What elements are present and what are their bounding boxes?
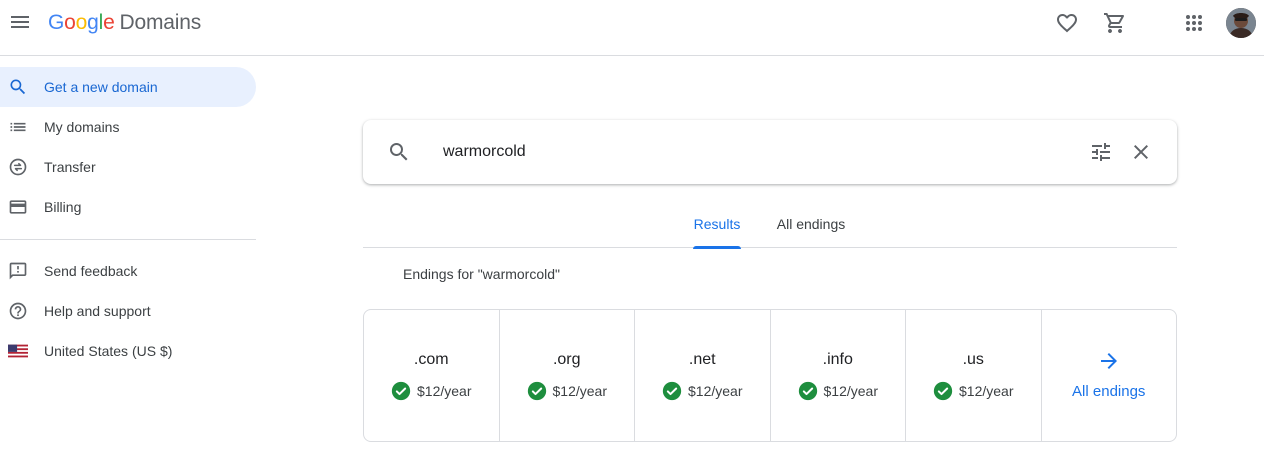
sidebar-item-label: Send feedback: [44, 263, 138, 279]
tune-filter-icon[interactable]: [1089, 140, 1113, 164]
all-endings-card[interactable]: All endings: [1042, 310, 1177, 441]
sidebar-item-country-currency[interactable]: United States (US $): [0, 331, 256, 371]
ending-card-net[interactable]: .net $12/year: [635, 310, 771, 441]
available-check-icon: [391, 381, 411, 401]
sidebar-item-send-feedback[interactable]: Send feedback: [0, 251, 256, 291]
domain-search-box: [363, 120, 1177, 184]
sidebar-item-label: United States (US $): [44, 343, 173, 359]
logo-letter: G: [48, 11, 65, 34]
logo-letter: g: [87, 11, 99, 34]
feedback-icon: [8, 261, 28, 281]
apps-icon[interactable]: [1182, 11, 1206, 35]
sidebar-item-label: Help and support: [44, 303, 151, 319]
ending-price: $12/year: [417, 383, 472, 399]
google-domains-logo[interactable]: Google Domains: [48, 11, 201, 35]
sidebar-item-transfer[interactable]: Transfer: [0, 147, 256, 187]
logo-letter: o: [64, 11, 76, 34]
transfer-icon: [8, 157, 28, 177]
ending-tld: .org: [552, 351, 581, 368]
account-avatar[interactable]: [1226, 8, 1256, 38]
menu-icon[interactable]: [8, 10, 32, 34]
ending-tld: .net: [688, 351, 716, 368]
ending-price: $12/year: [552, 383, 607, 399]
sidebar-item-label: Get a new domain: [44, 79, 158, 95]
ending-tld: .info: [822, 351, 853, 368]
favorite-icon[interactable]: [1055, 11, 1079, 35]
help-icon: [8, 301, 28, 321]
results-tabs: Results All endings: [363, 200, 1177, 249]
ending-tld: .us: [962, 351, 984, 368]
ending-price-row: $12/year: [364, 381, 499, 401]
sidebar-item-billing[interactable]: Billing: [0, 187, 256, 227]
sidebar-divider: [0, 239, 256, 240]
ending-price-row: $12/year: [771, 381, 906, 401]
credit-card-icon: [8, 197, 28, 217]
endings-cards: .com $12/year .org $12/year .net $12/yea…: [363, 309, 1177, 442]
ending-price: $12/year: [959, 383, 1014, 399]
available-check-icon: [933, 381, 953, 401]
sidebar-item-label: Billing: [44, 199, 82, 215]
clear-search-icon[interactable]: [1129, 140, 1153, 164]
list-icon: [8, 117, 28, 137]
ending-price: $12/year: [688, 383, 743, 399]
sidebar-nav: Get a new domain My domains Transfer Bil…: [0, 56, 256, 455]
sidebar-item-label: Transfer: [44, 159, 96, 175]
arrow-forward-icon: [1042, 349, 1177, 373]
logo-letter: e: [103, 11, 115, 34]
tab-results[interactable]: Results: [693, 200, 741, 249]
available-check-icon: [798, 381, 817, 401]
top-app-bar: Google Domains: [0, 0, 1264, 56]
logo-letter: o: [75, 11, 88, 34]
ending-price-row: $12/year: [635, 381, 770, 401]
ending-card-com[interactable]: .com $12/year: [364, 310, 500, 441]
search-icon: [8, 77, 28, 97]
ending-price: $12/year: [823, 383, 878, 399]
ending-card-org[interactable]: .org $12/year: [500, 310, 635, 441]
endings-heading: Endings for "warmorcold": [403, 266, 561, 282]
available-check-icon: [527, 381, 546, 401]
tab-all-endings[interactable]: All endings: [771, 200, 851, 248]
domain-search-input[interactable]: [443, 138, 1043, 166]
product-name: Domains: [119, 11, 202, 34]
ending-tld: .com: [413, 351, 449, 368]
ending-card-us[interactable]: .us $12/year: [906, 310, 1042, 441]
all-endings-link[interactable]: All endings: [1042, 383, 1177, 400]
us-flag-icon: [8, 341, 28, 361]
sidebar-item-help-and-support[interactable]: Help and support: [0, 291, 256, 331]
sidebar-item-label: My domains: [44, 119, 120, 135]
cart-icon[interactable]: [1103, 11, 1127, 35]
search-icon: [387, 140, 411, 164]
available-check-icon: [662, 381, 682, 401]
sidebar-item-my-domains[interactable]: My domains: [0, 107, 256, 147]
sidebar-item-get-new-domain[interactable]: Get a new domain: [0, 67, 256, 107]
ending-price-row: $12/year: [906, 381, 1041, 401]
ending-price-row: $12/year: [500, 381, 635, 401]
ending-card-info[interactable]: .info $12/year: [771, 310, 906, 441]
